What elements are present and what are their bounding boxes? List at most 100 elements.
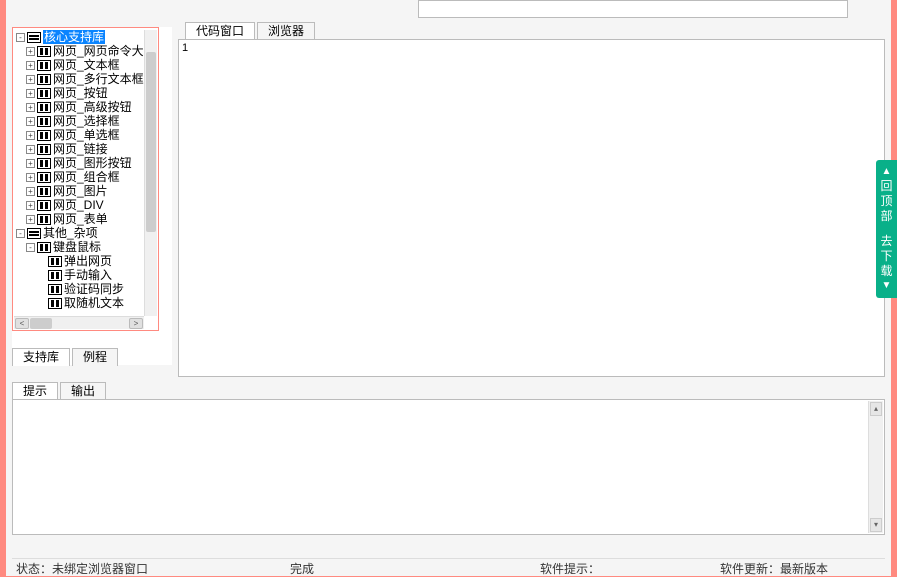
left-panel: - 核心支持库 +网页_网页命令大全 +网页_文本框 +网页_多行文本框 +网页…	[12, 27, 172, 365]
tree-label: 网页_链接	[53, 142, 108, 156]
module-icon	[48, 298, 62, 309]
status-state: 状态：未绑定浏览器窗口	[12, 559, 286, 576]
expand-icon[interactable]: +	[26, 173, 35, 182]
expand-icon[interactable]: +	[26, 187, 35, 196]
tree-item[interactable]: + 网页_网页命令大全	[14, 44, 144, 58]
top-input[interactable]	[418, 0, 848, 18]
module-icon	[37, 74, 51, 85]
tree-label: 核心支持库	[43, 30, 105, 44]
tree-item[interactable]: 验证码同步	[14, 282, 144, 296]
tab-code-window[interactable]: 代码窗口	[185, 22, 255, 40]
tree-item[interactable]: + 网页_选择框	[14, 114, 144, 128]
tab-examples[interactable]: 例程	[72, 348, 118, 366]
bottom-tabstrip: 提示 输出	[12, 382, 885, 400]
expand-icon[interactable]: +	[26, 201, 35, 210]
module-icon	[48, 270, 62, 281]
tree-label: 网页_高级按钮	[53, 100, 132, 114]
tree-label: 键盘鼠标	[53, 240, 101, 254]
scroll-up-icon[interactable]: ▴	[870, 402, 882, 416]
tab-browser[interactable]: 浏览器	[257, 22, 315, 40]
expand-icon[interactable]: +	[26, 61, 35, 70]
tree-item[interactable]: - 键盘鼠标	[14, 240, 144, 254]
tree-item[interactable]: +网页_按钮	[14, 86, 144, 100]
module-icon	[48, 256, 62, 267]
module-icon	[37, 186, 51, 197]
module-icon	[37, 46, 51, 57]
expand-icon[interactable]: +	[26, 145, 35, 154]
tab-output[interactable]: 输出	[60, 382, 106, 400]
tree-label: 弹出网页	[64, 254, 112, 268]
code-editor[interactable]: 1	[178, 39, 885, 377]
tree-item[interactable]: + 网页_多行文本框	[14, 72, 144, 86]
tree-horizontal-scrollbar[interactable]: < >	[14, 316, 144, 329]
right-tabstrip: 代码窗口 浏览器	[185, 22, 885, 40]
tree-label: 网页_网页命令大全	[53, 44, 144, 58]
tree-label: 网页_选择框	[53, 114, 120, 128]
module-icon	[37, 116, 51, 127]
left-tabstrip: 支持库 例程	[12, 348, 172, 368]
tree-label: 取随机文本	[64, 296, 124, 310]
top-toolbar	[6, 0, 891, 24]
expand-icon[interactable]: -	[16, 229, 25, 238]
library-icon	[27, 228, 41, 239]
tree-item[interactable]: + 网页_表单	[14, 212, 144, 226]
line-number: 1	[182, 42, 188, 54]
tree-label: 手动输入	[64, 268, 112, 282]
tab-support-lib[interactable]: 支持库	[12, 348, 70, 366]
expand-icon[interactable]: +	[26, 89, 35, 98]
module-icon	[37, 214, 51, 225]
expand-icon[interactable]: +	[26, 75, 35, 84]
tree-vertical-scrollbar[interactable]	[144, 30, 157, 316]
back-to-top-button[interactable]: 回顶部	[876, 179, 897, 224]
scroll-left-icon[interactable]: <	[15, 318, 29, 329]
scroll-right-icon[interactable]: >	[129, 318, 143, 329]
tab-hint[interactable]: 提示	[12, 382, 58, 400]
tree-label: 网页_DIV	[53, 198, 104, 212]
tree-item[interactable]: 弹出网页	[14, 254, 144, 268]
arrow-down-icon[interactable]: ▼	[876, 279, 897, 293]
arrow-up-icon[interactable]: ▲	[876, 165, 897, 179]
tree-root-core[interactable]: - 核心支持库	[14, 30, 144, 44]
tree-item[interactable]: + 网页_图形按钮	[14, 156, 144, 170]
tree-item[interactable]: + 网页_高级按钮	[14, 100, 144, 114]
tree-item[interactable]: + 网页_DIV	[14, 198, 144, 212]
tree-item[interactable]: + 网页_链接	[14, 142, 144, 156]
module-icon	[37, 88, 51, 99]
tree-item[interactable]: + 网页_单选框	[14, 128, 144, 142]
tree-label: 验证码同步	[64, 282, 124, 296]
scroll-down-icon[interactable]: ▾	[870, 518, 882, 532]
tree-item[interactable]: +网页_组合框	[14, 170, 144, 184]
expand-icon[interactable]: +	[26, 159, 35, 168]
tree-item[interactable]: +网页_图片	[14, 184, 144, 198]
side-floating-widget[interactable]: ▲ 回顶部 去下载 ▼	[876, 160, 897, 298]
status-progress: 完成	[286, 559, 536, 576]
tree-label: 网页_多行文本框	[53, 72, 144, 86]
tree-item[interactable]: + 网页_文本框	[14, 58, 144, 72]
module-icon	[48, 284, 62, 295]
expand-icon[interactable]: -	[26, 243, 35, 252]
status-update: 软件更新：最新版本	[716, 559, 832, 576]
tree-item[interactable]: 手动输入	[14, 268, 144, 282]
status-tip: 软件提示：	[536, 559, 716, 576]
module-icon	[37, 158, 51, 169]
output-area[interactable]: ▴ ▾	[12, 399, 885, 535]
go-download-button[interactable]: 去下载	[876, 234, 897, 279]
expand-icon[interactable]: +	[26, 215, 35, 224]
tree-view[interactable]: - 核心支持库 +网页_网页命令大全 +网页_文本框 +网页_多行文本框 +网页…	[12, 27, 159, 331]
status-bar: 状态：未绑定浏览器窗口 完成 软件提示： 软件更新：最新版本	[12, 558, 885, 576]
tree-label: 网页_表单	[53, 212, 108, 226]
expand-icon[interactable]: +	[26, 103, 35, 112]
tree-label: 网页_文本框	[53, 58, 120, 72]
tree-label: 网页_单选框	[53, 128, 120, 142]
module-icon	[37, 172, 51, 183]
expand-icon[interactable]: +	[26, 47, 35, 56]
tree-item[interactable]: 取随机文本	[14, 296, 144, 310]
module-icon	[37, 242, 51, 253]
output-scrollbar[interactable]: ▴ ▾	[868, 401, 883, 533]
tree-label: 网页_图形按钮	[53, 156, 132, 170]
expand-icon[interactable]: -	[16, 33, 25, 42]
tree-root-misc[interactable]: - 其他_杂项	[14, 226, 144, 240]
right-panel: 代码窗口 浏览器 1	[178, 22, 885, 382]
expand-icon[interactable]: +	[26, 131, 35, 140]
expand-icon[interactable]: +	[26, 117, 35, 126]
